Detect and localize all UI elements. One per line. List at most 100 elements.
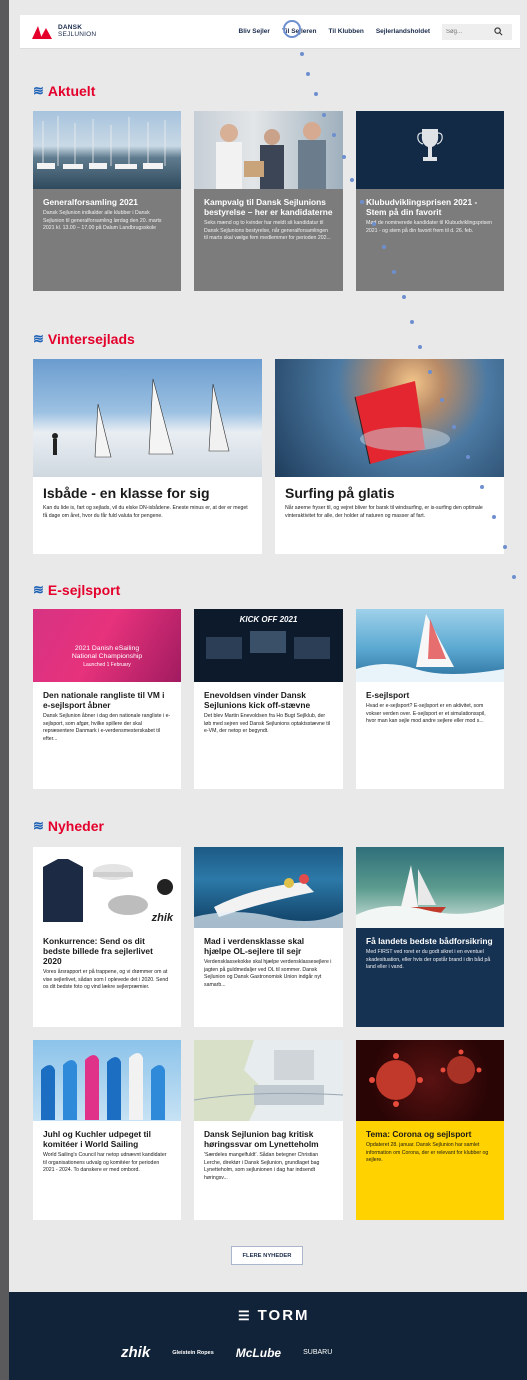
storm-boat-illustration [356, 865, 504, 928]
section-title-text: Vintersejlads [47, 331, 135, 347]
section-title-vintersejlads: ≋ Vintersejlads [33, 331, 135, 347]
card-image-iceboats [33, 359, 262, 477]
card-image-candidates [194, 111, 343, 189]
sailboat-game-illustration [356, 614, 504, 682]
path-dot [382, 245, 386, 249]
nyheder-card-4[interactable]: Juhl og Kuchler udpeget til komitéer i W… [33, 1040, 181, 1220]
section-title-aktuelt: ≋ Aktuelt [33, 83, 95, 99]
wave-icon: ≋ [33, 83, 44, 98]
image-caption-line2: National Championship [71, 653, 143, 660]
wave-icon: ≋ [33, 582, 44, 597]
card-title: Enevoldsen vinder Dansk Sejlunions kick … [204, 690, 311, 710]
esejl-card-2[interactable]: KICK OFF 2021 Enevoldsen vinder Dansk Se… [194, 609, 343, 789]
search [442, 23, 512, 40]
sailing-flags-illustration [41, 1053, 165, 1120]
search-button[interactable] [484, 23, 512, 40]
card-title: Mad i verdensklasse skal hjælpe OL-sejle… [204, 936, 305, 956]
nyheder-card-2[interactable]: Mad i verdensklasse skal hjælpe OL-sejle… [194, 847, 343, 1027]
card-text: Med FIRST ved roret er du godt sikret i … [366, 949, 491, 970]
main-nav: Bliv Sejler Til Sejleren Til Klubben Sej… [233, 28, 436, 35]
card-title: Konkurrence: Send os dit bedste billede … [43, 936, 153, 966]
nyheder-card-5[interactable]: Dansk Sejlunion bag kritisk høringssvar … [194, 1040, 343, 1220]
section-title-esejlsport: ≋ E-sejlsport [33, 582, 120, 598]
sponsor-subaru[interactable]: SUBARU [303, 1349, 332, 1356]
esejl-card-1[interactable]: 2021 Danish eSailing National Championsh… [33, 609, 181, 789]
path-dot [392, 270, 396, 274]
image-caption-line3: Launched 1 February [83, 662, 131, 668]
card-image-icesurf [275, 359, 504, 477]
nyheder-card-6[interactable]: Tema: Corona og sejlsport Opdateret 28. … [356, 1040, 504, 1220]
card-image-esailing-championship: 2021 Danish eSailing National Championsh… [33, 609, 181, 682]
card-text: Kan du lide is, fart og sejlads, vil du … [43, 505, 248, 519]
trophy-icon [417, 129, 443, 161]
image-caption-line1: 2021 Danish eSailing [74, 645, 140, 652]
path-dot [322, 113, 326, 117]
card-title: Kampvalg til Dansk Sejlunions bestyrelse… [204, 197, 333, 217]
nav-sejlerlandsholdet[interactable]: Sejlerlandsholdet [376, 28, 430, 35]
wave-icon: ≋ [33, 818, 44, 833]
nyheder-card-3[interactable]: Få landets bedste bådforsikring Med FIRS… [356, 847, 504, 1027]
sponsor-gleistein[interactable]: Gleistein Ropes [172, 1350, 214, 1356]
path-dot [512, 575, 516, 579]
footer: ☰ TORM zhik Gleistein Ropes McLube SUBARU [9, 1292, 527, 1380]
path-dot [410, 320, 414, 324]
path-dot [428, 370, 432, 374]
esejl-card-3[interactable]: E-sejlsport Hvad er e-sejlsport? E-sejls… [356, 609, 504, 789]
card-text: World Sailing's Council har netop udnævn… [43, 1152, 167, 1173]
card-title: Isbåde - en klasse for sig [43, 485, 210, 501]
path-dot [350, 178, 354, 182]
nav-bliv-sejler[interactable]: Bliv Sejler [239, 28, 270, 35]
card-title: Den nationale rangliste til VM i e-sejls… [43, 690, 165, 710]
card-image-map [194, 1040, 343, 1121]
card-title: Generalforsamling 2021 [43, 197, 138, 207]
path-dot [342, 155, 346, 159]
card-image-kickoff: KICK OFF 2021 [194, 609, 343, 682]
sponsor-zhik[interactable]: zhik [121, 1344, 150, 1361]
path-dot [492, 515, 496, 519]
card-text: Det blev Martin Enevoldsen fra Ho Bugt S… [204, 713, 331, 734]
aktuelt-card-2[interactable]: Kampvalg til Dansk Sejlunions bestyrelse… [194, 111, 343, 291]
nav-til-klubben[interactable]: Til Klubben [329, 28, 364, 35]
card-image-harbor [33, 111, 181, 189]
sponsor-mclube[interactable]: McLube [236, 1346, 281, 1360]
path-dot [440, 398, 444, 402]
card-text: Opdateret 28. januar. Dansk Sejlunion ha… [366, 1142, 489, 1163]
card-title: Klubudviklingsprisen 2021 - Stem på din … [366, 197, 478, 217]
card-title: Surfing på glatis [285, 485, 395, 501]
search-input[interactable] [442, 23, 484, 40]
card-title: Tema: Corona og sejlsport [366, 1129, 472, 1139]
card-text: Mød de nominerede kandidater til Klubudv… [366, 220, 493, 234]
card-text: 'Særdeles mangelfuldt'. Sådan betegner C… [204, 1152, 320, 1181]
logo[interactable]: DANSK SEJLUNION [32, 24, 97, 39]
path-dot [314, 92, 318, 96]
section-title-text: Aktuelt [47, 83, 96, 99]
aktuelt-card-3[interactable]: Klubudviklingsprisen 2021 - Stem på din … [356, 111, 504, 291]
card-text: Seks mænd og to kvinder har meldt sit ka… [204, 220, 331, 241]
card-text: Når søerne fryser til, og vejret bliver … [285, 505, 483, 519]
card-image-storm-boat [356, 847, 504, 928]
section-title-text: E-sejlsport [47, 582, 121, 598]
path-dot [418, 345, 422, 349]
card-image-trophy [356, 111, 504, 189]
section-title-text: Nyheder [47, 818, 104, 834]
logo-text-line2: SEJLUNION [58, 30, 97, 38]
harbor-illustration [37, 116, 166, 169]
path-dot [360, 200, 364, 204]
path-dot [402, 295, 406, 299]
sail-logo-icon [32, 25, 52, 39]
card-title: E-sejlsport [366, 690, 410, 700]
more-news-button[interactable]: FLERE NYHEDER [231, 1246, 303, 1265]
main-sponsor-logo[interactable]: ☰ TORM [238, 1307, 310, 1324]
card-title: Dansk Sejlunion bag kritisk høringssvar … [204, 1129, 319, 1149]
path-dot [332, 133, 336, 137]
main-sponsor-text: TORM [257, 1307, 310, 1324]
card-text: Dansk Sejlunion åbner i dag den national… [43, 713, 171, 742]
card-text: Dansk Sejlunion indkalder alle klubber i… [43, 210, 162, 231]
vinter-card-1[interactable]: Isbåde - en klasse for sig Kan du lide i… [33, 359, 262, 554]
racing-dinghy-illustration [194, 874, 343, 928]
sponsor-logos: zhik Gleistein Ropes McLube SUBARU [121, 1344, 332, 1361]
path-dot [372, 222, 376, 226]
nyheder-card-1[interactable]: zhik Konkurrence: Send os dit bedste bil… [33, 847, 181, 1027]
aktuelt-card-1[interactable]: Generalforsamling 2021 Dansk Sejlunion i… [33, 111, 181, 291]
cursor-ring-icon [283, 20, 301, 38]
